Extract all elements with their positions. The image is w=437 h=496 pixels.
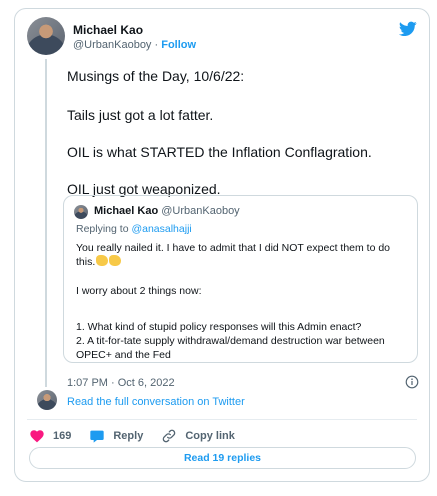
quoted-paragraph-text: You really nailed it. I have to admit th… [76,242,391,268]
read-full-conversation-link[interactable]: Read the full conversation on Twitter [67,396,245,408]
copy-link-label: Copy link [185,430,235,442]
follow-button[interactable]: Follow [161,39,196,51]
info-icon[interactable] [405,375,419,389]
copy-link-button[interactable]: Copy link [161,428,235,444]
quoted-list: 1. What kind of stupid policy responses … [76,320,411,362]
action-bar: 169 Reply Copy link [29,427,235,445]
replying-to: Replying to @anasalhajji [76,223,192,235]
author-handle-row: @UrbanKaoboy · Follow [73,39,196,51]
clapping-hands-emoji [96,255,109,266]
reply-button[interactable]: Reply [89,428,161,444]
read-replies-label: Read 19 replies [183,452,262,464]
twitter-bird-icon[interactable] [399,21,417,37]
quoted-list-item: 1. What kind of stupid policy responses … [76,321,362,333]
quoted-tweet[interactable]: Michael Kao @UrbanKaoboy Replying to @an… [63,195,418,363]
author-avatar[interactable] [27,17,65,55]
quoted-paragraph: You really nailed it. I have to admit th… [76,241,411,269]
tweet-text-line: OIL is what STARTED the Inflation Confla… [67,144,372,160]
heart-icon [30,430,44,443]
tweet-text-line: Tails just got a lot fatter. [67,107,214,123]
quoted-author-avatar [74,205,88,219]
quoted-author-handle: @UrbanKaoboy [161,205,240,217]
conversation-avatar [37,390,57,410]
like-count: 169 [53,430,72,442]
link-icon [163,429,176,443]
quoted-author-row: Michael Kao @UrbanKaoboy [94,205,240,217]
tweet-card: Michael Kao @UrbanKaoboy · Follow Musing… [14,8,430,482]
quoted-paragraph: I worry about 2 things now: [76,285,202,297]
reply-bubble-icon [90,430,105,443]
read-replies-button[interactable]: Read 19 replies [29,447,416,469]
reply-label: Reply [113,430,144,442]
tweet-text-line: Musings of the Day, 10/6/22: [67,68,245,84]
replying-mention[interactable]: @anasalhajji [131,223,191,235]
replying-prefix: Replying to [76,223,129,235]
tweet-timestamp[interactable]: 1:07 PM · Oct 6, 2022 [67,377,175,389]
author-handle[interactable]: @UrbanKaoboy [73,39,151,51]
divider [27,419,417,420]
handle-separator: · [154,39,159,51]
thread-line [45,59,47,387]
like-button[interactable]: 169 [29,428,89,444]
clapping-hands-emoji [109,255,122,266]
quoted-list-item: 2. A tit-for-tate supply withdrawal/dema… [76,335,385,361]
author-name[interactable]: Michael Kao [73,23,143,37]
quoted-author-name: Michael Kao [94,205,159,217]
